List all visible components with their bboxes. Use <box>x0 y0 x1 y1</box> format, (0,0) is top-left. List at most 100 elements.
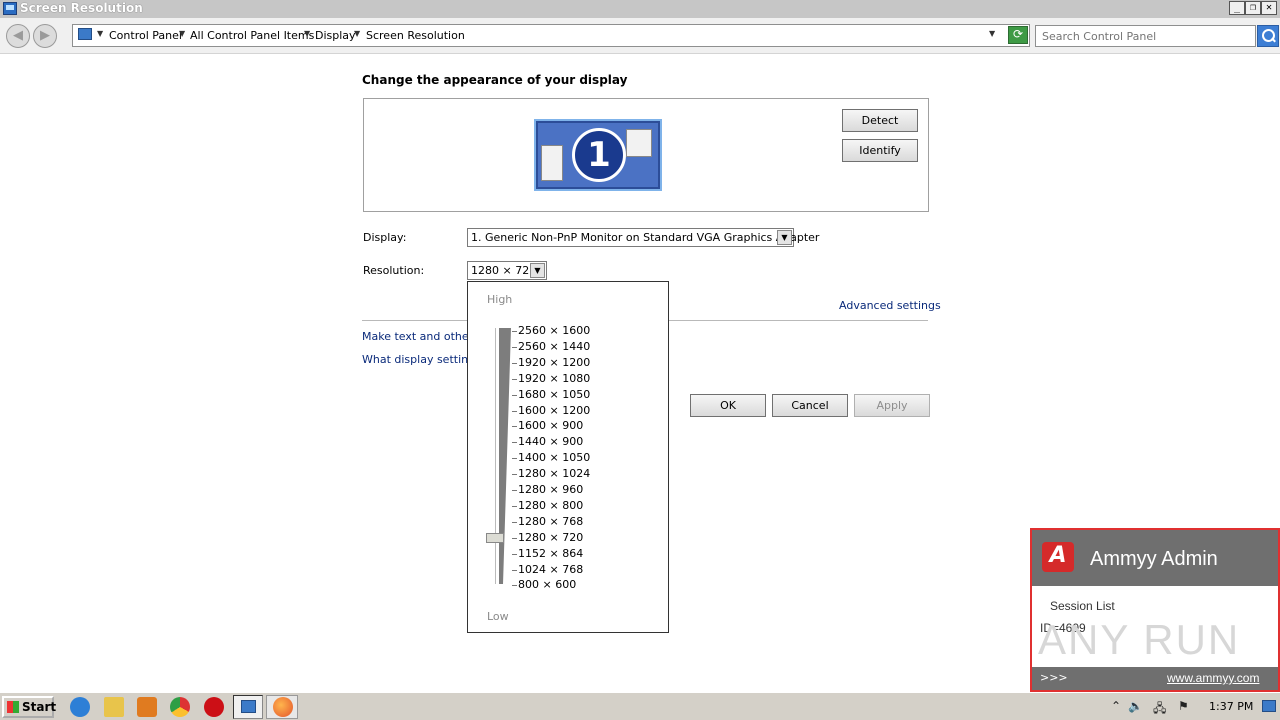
chevron-down-icon[interactable]: ▼ <box>97 29 103 38</box>
resolution-option[interactable]: 1280 × 768 <box>518 515 583 528</box>
ammyy-footer: >>> www.ammyy.com <box>1032 667 1278 690</box>
resolution-option[interactable]: 1280 × 1024 <box>518 467 590 480</box>
chevron-down-icon[interactable]: ▼ <box>530 263 545 278</box>
ammyy-title: Ammyy Admin <box>1090 548 1218 570</box>
slider-thumb[interactable] <box>486 532 504 543</box>
start-button[interactable]: Start <box>2 696 56 718</box>
firefox-icon <box>273 697 293 717</box>
windows-logo-icon <box>7 701 19 713</box>
resolution-option[interactable]: 1600 × 1200 <box>518 404 590 417</box>
display-settings-help-link[interactable]: What display settings <box>362 353 481 366</box>
identify-button[interactable]: Identify <box>842 139 918 162</box>
monitor-preview[interactable]: 1 <box>534 119 662 191</box>
resolution-option[interactable]: 2560 × 1440 <box>518 340 590 353</box>
display-icon <box>3 2 17 15</box>
slider-tick <box>512 458 517 460</box>
resolution-option[interactable]: 1440 × 900 <box>518 435 583 448</box>
breadcrumb-display[interactable]: Display <box>315 29 356 42</box>
firefox-task[interactable] <box>266 695 298 719</box>
address-bar[interactable]: ▼ Control Panel ▼ All Control Panel Item… <box>72 24 1030 47</box>
anyrun-watermark: ANY RUN <box>1038 616 1241 663</box>
taskbar: Start ⌃ 🔈 🖧 ⚑ 1:37 PM <box>0 692 1280 720</box>
display-preview-panel: 1 Detect Identify <box>363 98 929 212</box>
search-input[interactable] <box>1035 25 1256 47</box>
resolution-option[interactable]: 1280 × 800 <box>518 499 583 512</box>
resolution-option[interactable]: 1920 × 1200 <box>518 356 590 369</box>
clock[interactable]: 1:37 PM <box>1209 700 1253 713</box>
resolution-option[interactable]: 1680 × 1050 <box>518 388 590 401</box>
text-size-link[interactable]: Make text and other i <box>362 330 480 343</box>
action-center-flag-icon[interactable]: ⚑ <box>1178 699 1189 713</box>
breadcrumb-screen-resolution[interactable]: Screen Resolution <box>366 29 465 42</box>
resolution-select-value: 1280 × 720 <box>471 264 537 277</box>
resolution-dropdown: High 2560 × 1600 2560 × 1440 1920 × 1200 19… <box>467 281 669 633</box>
breadcrumb-control-panel[interactable]: Control Panel <box>109 29 182 42</box>
chevron-down-icon[interactable]: ▼ <box>354 29 360 38</box>
slider-tick <box>512 346 517 348</box>
ammyy-admin-popup[interactable]: A Ammyy Admin Session List ID=4609 ANY R… <box>1030 528 1280 692</box>
screen-resolution-task[interactable] <box>233 695 263 719</box>
opera-icon[interactable] <box>204 697 224 717</box>
network-icon[interactable]: 🖧 <box>1153 699 1166 720</box>
close-button[interactable]: ✕ <box>1261 1 1277 15</box>
title-bar: Screen Resolution _ ❐ ✕ <box>0 0 1280 18</box>
ok-button[interactable]: OK <box>690 394 766 417</box>
resolution-option[interactable]: 1400 × 1050 <box>518 451 590 464</box>
chrome-icon[interactable] <box>170 697 190 717</box>
cancel-button[interactable]: Cancel <box>772 394 848 417</box>
advanced-settings-link[interactable]: Advanced settings <box>839 299 941 312</box>
display-label: Display: <box>363 231 407 244</box>
monitor-number: 1 <box>572 128 626 182</box>
ammyy-header: A Ammyy Admin <box>1032 530 1278 586</box>
slider-tick <box>512 490 517 491</box>
search-icon[interactable] <box>1257 25 1279 47</box>
resolution-option[interactable]: 1920 × 1080 <box>518 372 590 385</box>
page-title: Change the appearance of your display <box>362 73 628 87</box>
session-list-label[interactable]: Session List <box>1050 599 1115 613</box>
address-history-dropdown-icon[interactable]: ▼ <box>989 29 995 38</box>
footer-arrows: >>> <box>1040 671 1068 684</box>
chevron-down-icon[interactable]: ▼ <box>777 230 792 245</box>
window-thumbnail-icon <box>541 145 563 181</box>
resolution-option[interactable]: 1280 × 960 <box>518 483 583 496</box>
internet-explorer-icon[interactable] <box>70 697 90 717</box>
forward-button[interactable]: ▶ <box>33 24 57 48</box>
slider-tick <box>512 521 517 523</box>
resolution-label: Resolution: <box>363 264 425 277</box>
resolution-option[interactable]: 1600 × 900 <box>518 419 583 432</box>
chevron-down-icon[interactable]: ▼ <box>179 29 185 38</box>
back-button[interactable]: ◀ <box>6 24 30 48</box>
detect-button[interactable]: Detect <box>842 109 918 132</box>
file-explorer-icon[interactable] <box>104 697 124 717</box>
display-select-value: 1. Generic Non-PnP Monitor on Standard V… <box>471 231 820 244</box>
control-panel-icon <box>78 28 92 40</box>
resolution-slider[interactable] <box>493 328 511 584</box>
breadcrumb-all-items[interactable]: All Control Panel Items <box>190 29 314 42</box>
display-select[interactable]: 1. Generic Non-PnP Monitor on Standard V… <box>467 228 819 247</box>
resolution-option[interactable]: 1152 × 864 <box>518 547 583 560</box>
volume-icon[interactable]: 🔈 <box>1128 699 1143 713</box>
media-player-icon[interactable] <box>137 697 157 717</box>
apply-button[interactable]: Apply <box>854 394 930 417</box>
minimize-button[interactable]: _ <box>1229 1 1245 15</box>
resolution-option[interactable]: 2560 × 1600 <box>518 324 590 337</box>
ammyy-website-link[interactable]: www.ammyy.com <box>1167 671 1259 685</box>
low-label: Low <box>487 610 509 623</box>
slider-tick <box>512 474 517 476</box>
resolution-option[interactable]: 1024 × 768 <box>518 563 583 576</box>
chevron-down-icon[interactable]: ▼ <box>304 29 310 38</box>
slider-tick <box>512 569 517 571</box>
resolution-option[interactable]: 1280 × 720 <box>518 531 583 544</box>
slider-tick <box>512 362 517 364</box>
show-desktop-icon[interactable] <box>1262 700 1276 712</box>
slider-tick <box>512 585 517 587</box>
resolution-option[interactable]: 800 × 600 <box>518 578 576 591</box>
window-title: Screen Resolution <box>20 1 143 15</box>
restore-button[interactable]: ❐ <box>1245 1 1261 15</box>
show-hidden-icons-icon[interactable]: ⌃ <box>1111 699 1121 713</box>
resolution-select[interactable]: 1280 × 720 ▼ <box>467 261 547 280</box>
navigation-bar: ◀ ▶ ▼ Control Panel ▼ All Control Panel … <box>0 18 1280 54</box>
refresh-icon[interactable]: ⟳ <box>1008 26 1028 44</box>
slider-tick <box>512 553 517 555</box>
slider-tick <box>512 505 517 507</box>
